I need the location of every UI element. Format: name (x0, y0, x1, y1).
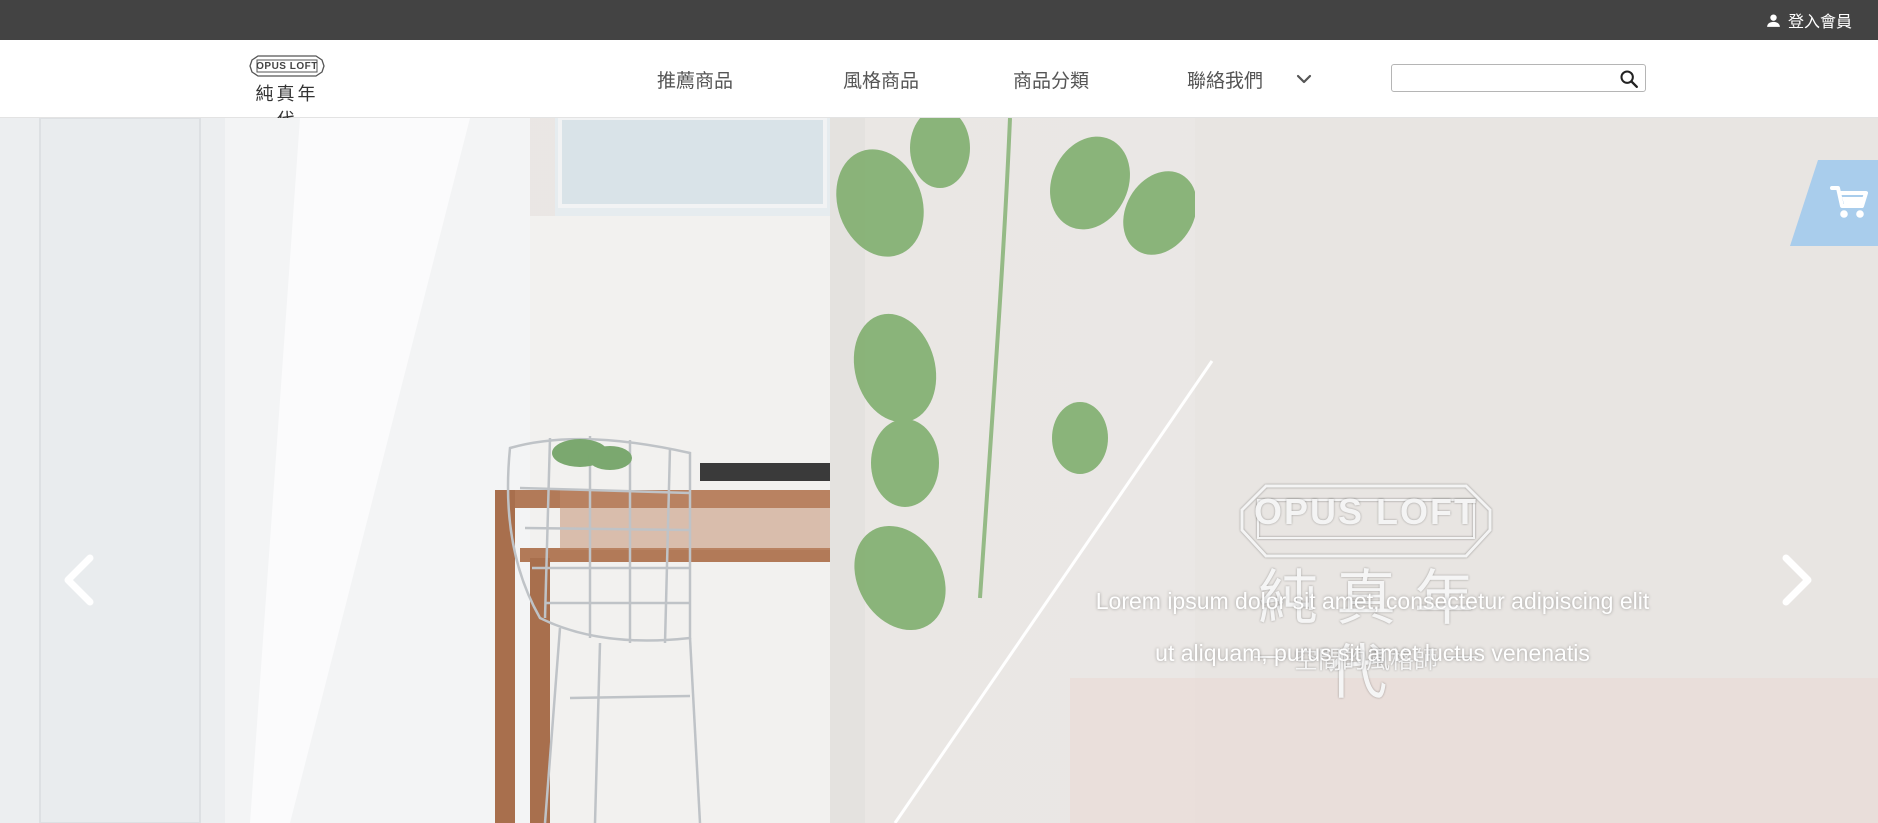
nav-item-recommended[interactable]: 推薦商品 (657, 40, 733, 118)
hero-badge-text: OPUS LOFT (1254, 491, 1478, 532)
nav-item-contact[interactable]: 聯絡我們 (1187, 40, 1263, 118)
nav-item-style-products[interactable]: 風格商品 (843, 40, 919, 118)
cart-tab[interactable] (1790, 160, 1878, 246)
hero-title: 純真年代 (1258, 564, 1492, 708)
site-header: OPUS LOFT 純真年代 推薦商品 風格商品 商品分類 聯絡我們 (0, 40, 1878, 131)
nav-item-categories[interactable]: 商品分類 (1013, 40, 1089, 118)
person-icon (1767, 13, 1780, 27)
hero-caption-line-1: Lorem ipsum dolor sit amet, consectetur … (1095, 588, 1650, 614)
chevron-left-icon[interactable] (58, 550, 102, 610)
search-icon[interactable] (1618, 68, 1640, 90)
chevron-down-icon[interactable] (1292, 67, 1316, 91)
member-login-link[interactable]: 登入會員 (1765, 0, 1852, 40)
chevron-right-icon[interactable] (1774, 550, 1818, 610)
site-logo[interactable]: OPUS LOFT 純真年代 (246, 52, 328, 131)
search-box (1391, 64, 1646, 92)
member-login-label: 登入會員 (1787, 14, 1852, 31)
top-bar: 登入會員 (0, 0, 1878, 40)
search-input[interactable] (1398, 67, 1608, 89)
logo-badge-text: OPUS LOFT (256, 60, 318, 72)
hero-banner: OPUS LOFT 純真年代 空間的風格師 Lorem ipsum dolor … (0, 118, 1878, 823)
hero-caption-line-2: ut aliquam, purus sit amet luctus venena… (1155, 640, 1590, 666)
hero-background-image (0, 118, 1878, 823)
